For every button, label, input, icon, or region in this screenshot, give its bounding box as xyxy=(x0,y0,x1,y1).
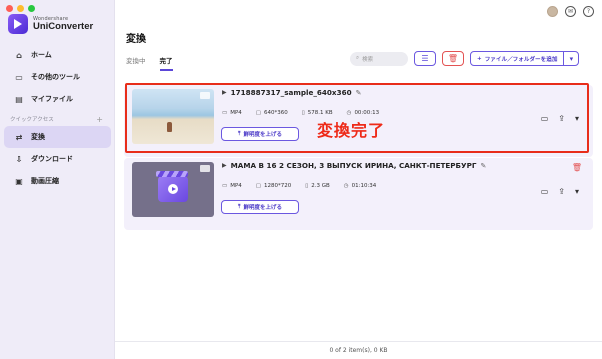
app-logo: Wondershare UniConverter xyxy=(8,14,93,34)
sidebar-item-compress[interactable]: ▣ 動画圧縮 xyxy=(4,170,111,192)
tab-bar: 変換中 完了 xyxy=(126,55,173,71)
chevron-down-icon[interactable]: ▾ xyxy=(563,52,578,65)
file-icon: ▤ xyxy=(15,94,23,104)
list-icon: ☰ xyxy=(421,54,429,63)
sidebar-item-label: 動画圧縮 xyxy=(31,177,59,185)
clock-icon: ◷ xyxy=(343,183,349,189)
sidebar-item-home[interactable]: ⌂ ホーム xyxy=(4,44,111,66)
video-placeholder-icon xyxy=(156,171,188,202)
file-format: MP4 xyxy=(230,183,242,189)
file-row[interactable]: ▶ МАМА В 16 2 СЕЗОН, 3 ВЫПУСК ИРИНА, САН… xyxy=(124,158,593,230)
video-format-icon: ▭ xyxy=(222,183,228,189)
add-files-button[interactable]: + ファイル／フォルダーを追加 ▾ xyxy=(470,51,580,66)
resolution-icon: ▢ xyxy=(255,183,261,189)
sidebar-item-label: ダウンロード xyxy=(31,155,73,163)
folder-icon[interactable]: ▭ xyxy=(541,187,549,196)
support-icon[interactable]: ? xyxy=(583,6,594,17)
sidebar-item-convert[interactable]: ⇄ 変換 xyxy=(4,126,111,148)
tab-converting[interactable]: 変換中 xyxy=(126,55,146,71)
download-icon: ⇩ xyxy=(15,154,23,164)
sidebar-item-label: ホーム xyxy=(31,51,52,59)
search-placeholder: 検索 xyxy=(362,56,374,63)
preview-icon xyxy=(200,165,210,172)
sidebar-item-label: マイファイル xyxy=(31,95,73,103)
sidebar-nav: ⌂ ホーム ▭ その他のツール ▤ マイファイル クイックアクセス + ⇄ 変換… xyxy=(0,44,115,192)
enhance-icon: ⤒ xyxy=(238,203,241,210)
add-files-label: ファイル／フォルダーを追加 xyxy=(484,56,558,63)
sidebar-item-my-files[interactable]: ▤ マイファイル xyxy=(4,88,111,110)
compress-icon: ▣ xyxy=(15,176,23,186)
page-title: 変換 xyxy=(126,34,146,45)
sidebar-item-label: 変換 xyxy=(31,133,45,141)
maximize-window-button[interactable] xyxy=(28,5,35,12)
close-window-button[interactable] xyxy=(6,5,13,12)
tab-finished[interactable]: 完了 xyxy=(159,55,173,71)
video-thumbnail[interactable] xyxy=(132,162,214,217)
message-icon[interactable]: ✉ xyxy=(565,6,576,17)
toolbar: ⌕ 検索 ☰ 🗑 + ファイル／フォルダーを追加 ▾ xyxy=(350,51,580,66)
toolbox-icon: ▭ xyxy=(15,72,23,82)
window-controls xyxy=(6,5,35,12)
row-actions: ▭ ⇪ ▾ xyxy=(541,187,579,196)
uniconverter-logo-icon xyxy=(8,14,28,34)
plus-icon: + xyxy=(477,55,482,62)
sidebar-item-tools[interactable]: ▭ その他のツール xyxy=(4,66,111,88)
logo-name: UniConverter xyxy=(33,20,94,32)
export-icon[interactable]: ⇪ xyxy=(558,187,565,196)
top-icons: ✉ ? xyxy=(547,6,594,17)
chevron-down-icon[interactable]: ▾ xyxy=(575,187,579,196)
annotation-label: 変換完了 xyxy=(317,121,386,140)
delete-all-button[interactable]: 🗑 xyxy=(442,51,464,66)
sidebar-item-download[interactable]: ⇩ ダウンロード xyxy=(4,148,111,170)
quick-access-header: クイックアクセス + xyxy=(0,112,115,126)
rename-icon[interactable]: ✎ xyxy=(480,162,486,170)
search-input[interactable]: ⌕ 検索 xyxy=(350,51,408,66)
size-icon: ▯ xyxy=(305,183,309,189)
minimize-window-button[interactable] xyxy=(17,5,24,12)
app-window: Wondershare UniConverter ⌂ ホーム ▭ その他のツール… xyxy=(0,0,602,359)
trash-icon: 🗑 xyxy=(447,54,459,63)
quick-access-label: クイックアクセス xyxy=(10,117,54,123)
file-name: МАМА В 16 2 СЕЗОН, 3 ВЫПУСК ИРИНА, САНКТ… xyxy=(230,161,477,170)
enhance-button[interactable]: ⤒ 鮮明度を上げる xyxy=(221,200,299,214)
file-resolution: 1280*720 xyxy=(263,183,292,189)
sidebar-item-label: その他のツール xyxy=(31,73,80,81)
convert-icon: ⇄ xyxy=(15,132,23,142)
file-duration: 01:10:34 xyxy=(351,183,377,189)
file-size: 2.3 GB xyxy=(311,183,330,189)
file-meta: ▭ MP4 ▢ 1280*720 ▯ 2.3 GB ◷ 01:10:34 xyxy=(222,183,376,189)
status-bar: 0 of 2 item(s), 0 KB xyxy=(115,341,602,359)
video-icon: ▶ xyxy=(222,162,227,169)
add-quick-access-icon[interactable]: + xyxy=(96,115,103,124)
avatar[interactable] xyxy=(547,6,558,17)
home-icon: ⌂ xyxy=(16,50,22,60)
search-icon: ⌕ xyxy=(356,55,360,61)
list-view-button[interactable]: ☰ xyxy=(414,51,436,66)
delete-icon[interactable]: 🗑 xyxy=(572,163,582,172)
enhance-label: 鮮明度を上げる xyxy=(243,205,282,211)
sidebar: Wondershare UniConverter ⌂ ホーム ▭ その他のツール… xyxy=(0,0,115,359)
